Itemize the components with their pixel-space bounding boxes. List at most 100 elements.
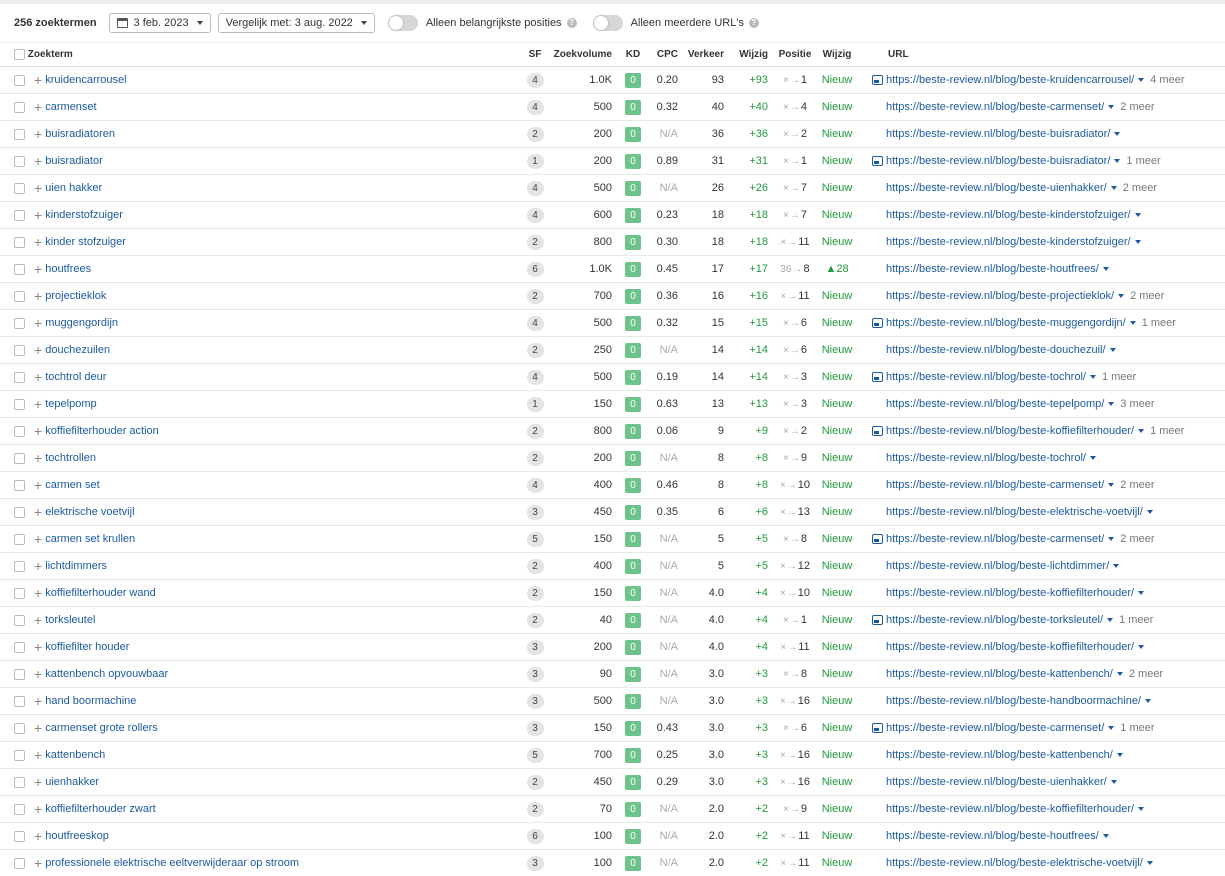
serp-features-badge[interactable]: 2 bbox=[526, 558, 544, 574]
keyword-link[interactable]: buisradiator bbox=[45, 155, 102, 167]
keyword-link[interactable]: kattenbench bbox=[45, 749, 105, 761]
url-link[interactable]: https://beste-review.nl/blog/beste-katte… bbox=[886, 668, 1113, 680]
keyword-link[interactable]: douchezuilen bbox=[45, 344, 110, 356]
add-icon[interactable]: + bbox=[34, 181, 42, 195]
keyword-link[interactable]: koffiefilterhouder wand bbox=[45, 587, 155, 599]
url-link[interactable]: https://beste-review.nl/blog/beste-carme… bbox=[886, 101, 1104, 113]
url-link[interactable]: https://beste-review.nl/blog/beste-kruid… bbox=[886, 74, 1134, 86]
add-icon[interactable]: + bbox=[34, 505, 42, 519]
add-icon[interactable]: + bbox=[34, 73, 42, 87]
url-link[interactable]: https://beste-review.nl/blog/beste-buisr… bbox=[886, 128, 1110, 140]
serp-features-badge[interactable]: 3 bbox=[526, 855, 544, 871]
keyword-link[interactable]: lichtdimmers bbox=[45, 560, 107, 572]
row-checkbox[interactable] bbox=[14, 668, 25, 680]
row-checkbox[interactable] bbox=[14, 263, 25, 275]
serp-features-badge[interactable]: 2 bbox=[526, 423, 544, 439]
select-all-checkbox[interactable] bbox=[14, 48, 25, 60]
chevron-down-icon[interactable] bbox=[1134, 213, 1141, 218]
serp-features-badge[interactable]: 4 bbox=[526, 477, 544, 493]
add-icon[interactable]: + bbox=[34, 829, 42, 843]
keyword-link[interactable]: koffiefilter houder bbox=[45, 641, 129, 653]
serp-features-badge[interactable]: 4 bbox=[526, 99, 544, 115]
more-urls-link[interactable]: 2 meer bbox=[1130, 290, 1164, 302]
keyword-link[interactable]: muggengordijn bbox=[45, 317, 118, 329]
keyword-link[interactable]: torksleutel bbox=[45, 614, 95, 626]
chevron-down-icon[interactable] bbox=[1110, 186, 1117, 191]
add-icon[interactable]: + bbox=[34, 559, 42, 573]
serp-features-badge[interactable]: 2 bbox=[526, 774, 544, 790]
url-link[interactable]: https://beste-review.nl/blog/beste-koffi… bbox=[886, 641, 1134, 653]
row-checkbox[interactable] bbox=[14, 128, 25, 140]
chevron-down-icon[interactable] bbox=[1116, 672, 1123, 677]
chevron-down-icon[interactable] bbox=[1138, 429, 1145, 434]
url-link[interactable]: https://beste-review.nl/blog/beste-proje… bbox=[886, 290, 1114, 302]
chevron-down-icon[interactable] bbox=[1089, 456, 1096, 461]
row-checkbox[interactable] bbox=[14, 371, 25, 383]
add-icon[interactable]: + bbox=[34, 397, 42, 411]
col-position-change[interactable]: Wijzig bbox=[816, 42, 858, 67]
add-icon[interactable]: + bbox=[34, 289, 42, 303]
url-link[interactable]: https://beste-review.nl/blog/beste-tochr… bbox=[886, 371, 1086, 383]
add-icon[interactable]: + bbox=[34, 667, 42, 681]
keyword-link[interactable]: carmenset bbox=[45, 101, 96, 113]
keyword-link[interactable]: houtfrees bbox=[45, 263, 91, 275]
chevron-down-icon[interactable] bbox=[1102, 834, 1109, 839]
row-checkbox[interactable] bbox=[14, 209, 25, 221]
url-link[interactable]: https://beste-review.nl/blog/beste-douch… bbox=[886, 344, 1106, 356]
row-checkbox[interactable] bbox=[14, 560, 25, 572]
chevron-down-icon[interactable] bbox=[1114, 159, 1121, 164]
serp-features-badge[interactable]: 2 bbox=[526, 801, 544, 817]
chevron-down-icon[interactable] bbox=[1138, 78, 1145, 83]
more-urls-link[interactable]: 2 meer bbox=[1129, 668, 1163, 680]
serp-features-badge[interactable]: 5 bbox=[526, 531, 544, 547]
add-icon[interactable]: + bbox=[34, 532, 42, 546]
help-icon[interactable]: ? bbox=[748, 18, 759, 28]
row-checkbox[interactable] bbox=[14, 830, 25, 842]
col-url[interactable]: URL bbox=[858, 42, 1225, 67]
col-volume[interactable]: Zoekvolume bbox=[550, 42, 618, 67]
serp-features-badge[interactable]: 2 bbox=[526, 126, 544, 142]
chevron-down-icon[interactable] bbox=[1089, 375, 1096, 380]
add-icon[interactable]: + bbox=[34, 694, 42, 708]
more-urls-link[interactable]: 3 meer bbox=[1120, 398, 1154, 410]
row-checkbox[interactable] bbox=[14, 290, 25, 302]
add-icon[interactable]: + bbox=[34, 316, 42, 330]
url-link[interactable]: https://beste-review.nl/blog/beste-koffi… bbox=[886, 587, 1134, 599]
url-link[interactable]: https://beste-review.nl/blog/beste-uienh… bbox=[886, 182, 1107, 194]
keyword-link[interactable]: hand boormachine bbox=[45, 695, 136, 707]
add-icon[interactable]: + bbox=[34, 802, 42, 816]
toggle-main-positions[interactable] bbox=[387, 15, 418, 31]
row-checkbox[interactable] bbox=[14, 74, 25, 86]
chevron-down-icon[interactable] bbox=[1138, 591, 1145, 596]
chevron-down-icon[interactable] bbox=[1109, 348, 1116, 353]
add-icon[interactable]: + bbox=[34, 343, 42, 357]
keyword-link[interactable]: buisradiatoren bbox=[45, 128, 115, 140]
keyword-link[interactable]: tepelpomp bbox=[45, 398, 96, 410]
row-checkbox[interactable] bbox=[14, 479, 25, 491]
compare-dropdown[interactable]: Vergelijk met: 3 aug. 2022 bbox=[217, 13, 375, 33]
add-icon[interactable]: + bbox=[34, 424, 42, 438]
serp-features-badge[interactable]: 3 bbox=[526, 504, 544, 520]
keyword-link[interactable]: houtfreeskop bbox=[45, 830, 109, 842]
serp-features-badge[interactable]: 4 bbox=[526, 180, 544, 196]
help-icon[interactable]: ? bbox=[566, 18, 577, 28]
serp-features-badge[interactable]: 2 bbox=[526, 450, 544, 466]
row-checkbox[interactable] bbox=[14, 587, 25, 599]
chevron-down-icon[interactable] bbox=[1118, 294, 1125, 299]
url-link[interactable]: https://beste-review.nl/blog/beste-katte… bbox=[886, 749, 1113, 761]
keyword-link[interactable]: koffiefilterhouder zwart bbox=[45, 803, 155, 815]
serp-features-badge[interactable]: 3 bbox=[526, 693, 544, 709]
more-urls-link[interactable]: 1 meer bbox=[1126, 155, 1160, 167]
url-link[interactable]: https://beste-review.nl/blog/beste-kinde… bbox=[886, 236, 1131, 248]
add-icon[interactable]: + bbox=[34, 613, 42, 627]
url-link[interactable]: https://beste-review.nl/blog/beste-kinde… bbox=[886, 209, 1131, 221]
serp-features-badge[interactable]: 5 bbox=[526, 747, 544, 763]
more-urls-link[interactable]: 2 meer bbox=[1120, 479, 1154, 491]
col-position[interactable]: Positie bbox=[774, 42, 816, 67]
url-link[interactable]: https://beste-review.nl/blog/beste-tepel… bbox=[886, 398, 1104, 410]
chevron-down-icon[interactable] bbox=[1110, 780, 1117, 785]
keyword-link[interactable]: tochtrollen bbox=[45, 452, 96, 464]
keyword-link[interactable]: kinder stofzuiger bbox=[45, 236, 126, 248]
serp-features-badge[interactable]: 4 bbox=[526, 72, 544, 88]
serp-features-badge[interactable]: 3 bbox=[526, 666, 544, 682]
